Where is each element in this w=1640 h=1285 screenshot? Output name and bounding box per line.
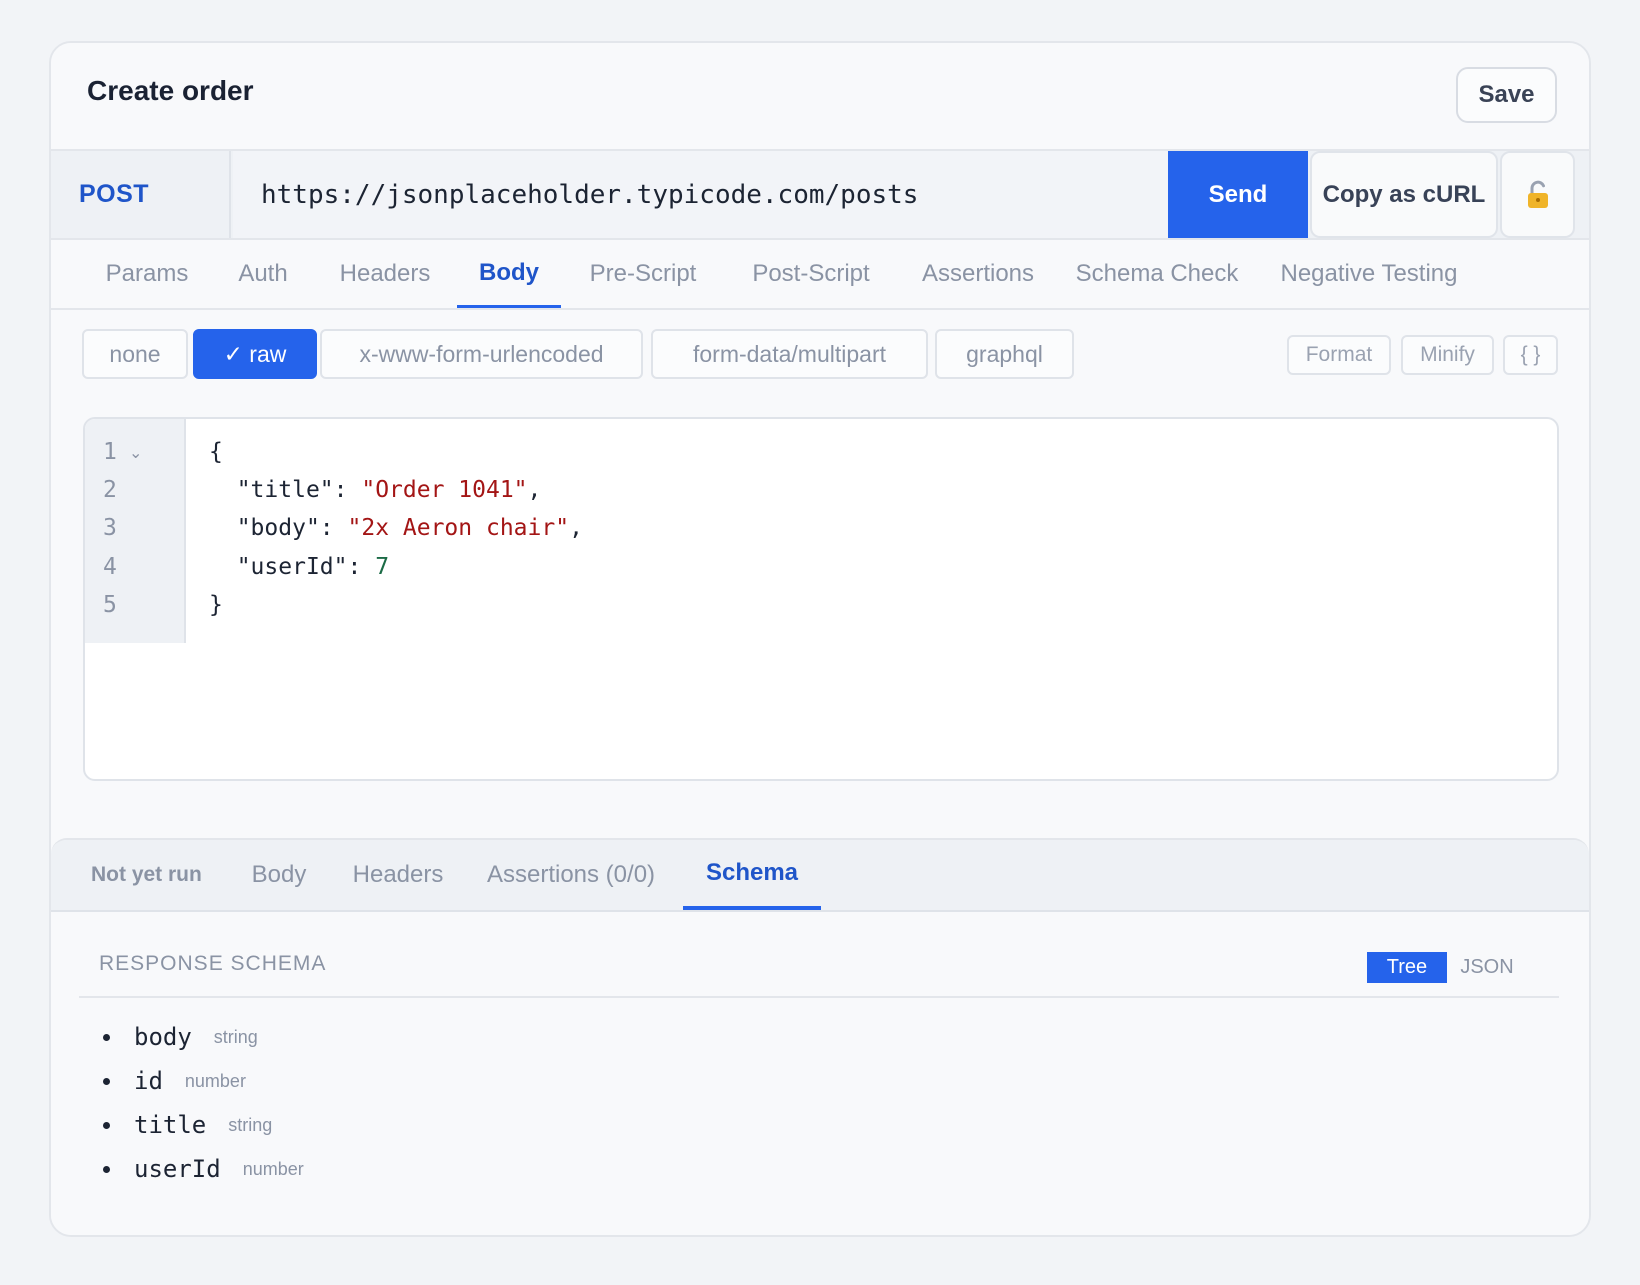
send-button[interactable]: Send — [1168, 151, 1308, 238]
body-type-graphql[interactable]: graphql — [935, 329, 1074, 379]
response-tab-headers[interactable]: Headers — [333, 840, 463, 910]
tab-schema-check[interactable]: Schema Check — [1059, 240, 1255, 308]
tab-body[interactable]: Body — [457, 240, 561, 308]
field-name: userId — [134, 1155, 221, 1183]
body-type-none[interactable]: none — [82, 329, 188, 379]
json-number: 7 — [375, 554, 390, 580]
json-key: "body" — [236, 515, 320, 541]
tab-headers[interactable]: Headers — [313, 240, 457, 308]
json-string: "2x Aeron chair" — [347, 515, 570, 541]
response-tab-body[interactable]: Body — [233, 840, 325, 910]
tab-params[interactable]: Params — [81, 240, 213, 308]
divider — [79, 996, 1559, 998]
braces-button[interactable]: { } — [1503, 335, 1558, 375]
bullet-icon — [103, 1033, 110, 1041]
field-name: id — [134, 1067, 163, 1095]
json-key: "title" — [236, 477, 334, 503]
tree-view-toggle[interactable]: Tree — [1367, 952, 1447, 983]
code-token: { — [209, 439, 223, 465]
tab-negative-testing[interactable]: Negative Testing — [1255, 240, 1483, 308]
field-type: number — [184, 1070, 246, 1091]
response-tabs: Not yet run Body Headers Assertions (0/0… — [51, 840, 1589, 912]
code-token: } — [209, 592, 223, 618]
json-view-toggle[interactable]: JSON — [1447, 952, 1527, 983]
line-number: 2 — [103, 477, 117, 503]
schema-heading: RESPONSE SCHEMA — [99, 952, 327, 975]
schema-field: title string — [103, 1103, 304, 1147]
code-line-3: "body": "2x Aeron chair", — [236, 515, 583, 541]
unlock-icon — [1527, 180, 1548, 208]
body-type-raw[interactable]: ✓ raw — [193, 329, 317, 379]
line-number: 1 — [103, 439, 117, 465]
url-bar: POST https://jsonplaceholder.typicode.co… — [51, 149, 1589, 240]
bullet-icon — [103, 1121, 110, 1129]
request-card: Create order Save POST https://jsonplace… — [49, 41, 1591, 1237]
tab-pre-script[interactable]: Pre-Script — [561, 240, 725, 308]
body-type-form-data[interactable]: form-data/multipart — [651, 329, 928, 379]
response-tab-assertions[interactable]: Assertions (0/0) — [469, 840, 673, 910]
code-line-2: "title": "Order 1041", — [236, 477, 542, 503]
save-button[interactable]: Save — [1456, 67, 1557, 123]
fold-chevron-icon[interactable]: ⌄ — [129, 443, 142, 463]
url-input[interactable]: https://jsonplaceholder.typicode.com/pos… — [233, 151, 1168, 238]
field-type: string — [228, 1114, 273, 1135]
response-tab-schema[interactable]: Schema — [683, 840, 821, 910]
response-panel: Not yet run Body Headers Assertions (0/0… — [51, 838, 1589, 1235]
method-select[interactable]: POST — [51, 151, 231, 238]
request-header: Create order Save — [51, 43, 1589, 149]
json-string: "Order 1041" — [361, 477, 528, 503]
field-name: title — [134, 1111, 207, 1139]
json-key: "userId" — [236, 554, 348, 580]
bullet-icon — [103, 1077, 110, 1085]
schema-field: body string — [103, 1015, 304, 1059]
format-button[interactable]: Format — [1287, 335, 1391, 375]
field-type: number — [242, 1158, 304, 1179]
code-line-4: "userId": 7 — [236, 554, 390, 580]
request-title: Create order — [87, 75, 254, 106]
code-editor[interactable]: 1 ⌄ 2 3 4 5 { "title": "Order 1041", "bo… — [83, 417, 1559, 781]
body-type-urlencoded[interactable]: x-www-form-urlencoded — [320, 329, 643, 379]
schema-field: userId number — [103, 1147, 304, 1191]
line-gutter: 1 ⌄ 2 3 4 5 — [85, 419, 186, 643]
lock-button[interactable] — [1500, 151, 1575, 238]
tab-post-script[interactable]: Post-Script — [725, 240, 897, 308]
line-number: 4 — [103, 554, 117, 580]
schema-field: id number — [103, 1059, 304, 1103]
schema-tree: body string id number title string userI… — [103, 1015, 304, 1191]
field-type: string — [213, 1026, 258, 1047]
line-number: 3 — [103, 515, 117, 541]
copy-curl-button[interactable]: Copy as cURL — [1310, 151, 1498, 238]
tab-auth[interactable]: Auth — [213, 240, 313, 308]
tab-assertions[interactable]: Assertions — [897, 240, 1059, 308]
code-line-5: } — [209, 592, 223, 618]
bullet-icon — [103, 1165, 110, 1173]
minify-button[interactable]: Minify — [1401, 335, 1494, 375]
field-name: body — [134, 1023, 192, 1051]
code-line-1: { — [209, 439, 223, 465]
run-status: Not yet run — [91, 863, 202, 886]
request-tabs: Params Auth Headers Body Pre-Script Post… — [51, 240, 1589, 310]
line-number: 5 — [103, 592, 117, 618]
